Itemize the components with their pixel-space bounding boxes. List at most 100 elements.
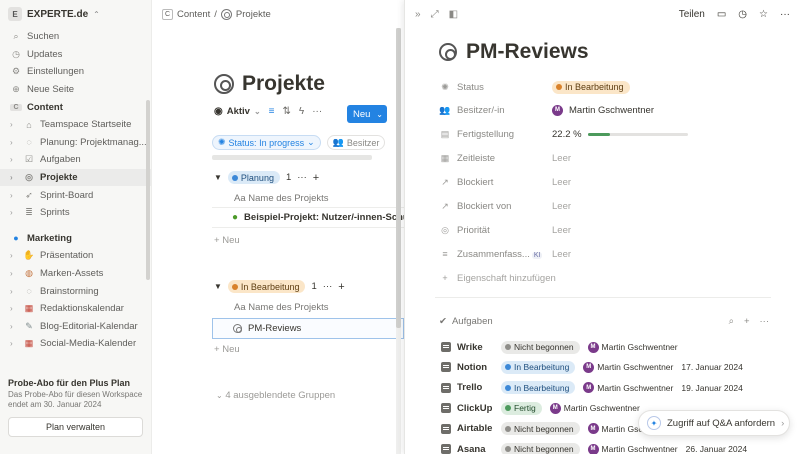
more-icon[interactable]: ··· [297,172,307,183]
more-icon[interactable]: ··· [323,281,333,292]
sidebar-section-marketing[interactable]: ● Marketing [0,230,151,248]
breadcrumb-current[interactable]: Projekte [236,9,271,20]
property-timeline[interactable]: ▦ Zeitleiste Leer [439,149,571,167]
search-icon[interactable]: ⌕ [729,316,734,327]
property-status[interactable]: ✺ Status In Bearbeitung [439,78,630,96]
collapse-triangle-icon[interactable]: ▼ [214,173,222,182]
property-priority[interactable]: ◎ Priorität Leer [439,221,571,239]
sidebar-section-label: Marketing [27,232,72,244]
avatar: M [583,382,595,394]
sidebar-section-content[interactable]: C Content [0,98,151,116]
property-summary[interactable]: ≡ Zusammenfass... KI Leer [439,245,571,263]
add-property-button[interactable]: + Eigenschaft hinzufügen [439,269,555,287]
target-icon[interactable] [439,43,457,61]
sidebar-item-social-media[interactable]: › ▦ Social-Media-Kalender [0,335,151,353]
plus-icon[interactable]: + [313,172,319,184]
sidebar-scrollbar[interactable] [146,100,150,280]
more-icon[interactable]: ··· [312,106,322,117]
plus-icon[interactable]: + [338,281,344,293]
plus-icon[interactable]: + [744,316,750,327]
horizontal-scrollbar[interactable] [212,155,372,160]
plus-icon: + [214,344,220,355]
task-row[interactable]: Notion In Bearbeitung M Martin Gschwentner 1… [441,358,743,376]
status-filter-chip[interactable]: ✺ Status: In progress ⌄ [212,135,321,150]
owner-filter-chip[interactable]: 👥 Besitzer [326,135,386,150]
add-row-button[interactable]: + Neu [214,344,240,355]
share-button[interactable]: Teilen [679,9,705,20]
column-header[interactable]: Aa Name des Projekts [234,302,329,313]
chevron-right-icon[interactable]: › [10,251,18,260]
new-button[interactable]: Neu ⌄ [347,105,387,123]
chevron-right-icon[interactable]: › [10,155,18,164]
status-dot [505,446,511,452]
chevron-right-icon[interactable]: › [10,191,18,200]
more-icon[interactable]: ··· [780,9,790,20]
manage-plan-button[interactable]: Plan verwalten [8,416,143,437]
status-dot [505,344,511,350]
sidebar-item-new-page[interactable]: ⊕ Neue Seite [0,81,151,99]
sidebar-item-marken-assets[interactable]: › ◍ Marken-Assets [0,265,151,283]
more-icon[interactable]: ··· [760,316,770,327]
view-selector[interactable]: ◉ Aktiv ⌄ [214,106,261,117]
chevron-right-icon[interactable]: › [10,173,18,182]
sidebar-item-brainstorming[interactable]: › ◌ Brainstorming [0,282,151,300]
table-row[interactable]: PM-Reviews [212,318,404,339]
star-icon[interactable]: ☆ [759,9,768,20]
property-blocked-by[interactable]: ↗ Blockiert von Leer [439,197,571,215]
table-row[interactable]: ● Beispiel-Projekt: Nutzer/-innen-Schul [212,207,404,228]
column-header[interactable]: Aa Name des Projekts [234,193,329,204]
group-header-planung[interactable]: ▼ Planung 1 ··· + [214,171,319,184]
status-tag[interactable]: In Bearbeitung [552,80,630,94]
sort-icon[interactable]: ⇅ [283,106,291,117]
qa-access-button[interactable]: ✦ Zugriff auf Q&A anfordern › [638,410,790,436]
task-row[interactable]: Trello In Bearbeitung M Martin Gschwentner 1… [441,379,743,397]
task-row[interactable]: Asana Nicht begonnen M Martin Gschwentner 26… [441,440,747,454]
automation-icon[interactable]: ϟ [299,106,304,117]
breadcrumb-root[interactable]: Content [177,9,210,20]
chevron-right-icon[interactable]: › [10,269,18,278]
scrollbar-thumb[interactable] [396,28,401,328]
property-blocked[interactable]: ↗ Blockiert Leer [439,173,571,191]
page-title-text[interactable]: Projekte [242,72,325,96]
chevron-right-icon[interactable]: › [10,120,18,129]
group-header-in-bearbeitung[interactable]: ▼ In Bearbeitung 1 ··· + [214,280,345,293]
main-scrollbar[interactable] [396,28,401,454]
tasks-label[interactable]: Aufgaben [452,316,493,327]
chevron-right-icon[interactable]: › [10,208,18,217]
close-panel-icon[interactable]: » [415,9,421,20]
expand-icon[interactable]: ⤢ [431,9,439,20]
breadcrumb: C Content / Projekte [152,0,404,28]
history-icon[interactable]: ◷ [738,9,747,20]
sidebar-item-sprint-board[interactable]: › ➶ Sprint-Board [0,186,151,204]
filter-icon[interactable]: ≡ [269,106,275,117]
chevron-down-icon[interactable]: ⌄ [376,110,383,119]
sidebar-item-planung[interactable]: › ◌ Planung: Projektmanag... [0,134,151,152]
comment-icon[interactable]: ▭ [717,9,726,20]
sidebar-item-sprints[interactable]: › ≣ Sprints [0,204,151,222]
sidebar-item-aufgaben[interactable]: › ☑ Aufgaben [0,151,151,169]
chevron-right-icon[interactable]: › [10,138,18,147]
sidebar-item-projekte[interactable]: › ◎ Projekte [0,168,151,187]
add-row-button[interactable]: + Neu [214,235,240,246]
workspace-switcher[interactable]: E EXPERTE.de ⌃ [0,0,151,28]
panel-title-text[interactable]: PM-Reviews [466,40,589,64]
chevron-right-icon[interactable]: › [10,339,18,348]
task-row[interactable]: ClickUp Fertig M Martin Gschwentner [441,399,648,417]
task-row[interactable]: Wrike Nicht begonnen M Martin Gschwentner [441,338,686,356]
property-owner[interactable]: 👥 Besitzer/-in M Martin Gschwentner [439,101,654,119]
property-progress[interactable]: ▤ Fertigstellung 22.2 % [439,125,688,143]
chevron-right-icon[interactable]: › [10,304,18,313]
target-icon[interactable] [214,74,234,94]
sidebar-item-updates[interactable]: ◷ Updates [0,46,151,64]
chevron-right-icon[interactable]: › [10,322,18,331]
sidebar-item-search[interactable]: ⌕ Suchen [0,28,151,46]
chevron-right-icon[interactable]: › [10,287,18,296]
sidebar-item-redaktionskalendar[interactable]: › ▦ Redaktionskalendar [0,300,151,318]
sidebar-item-praesentation[interactable]: › ✋ Präsentation [0,247,151,265]
side-peek-icon[interactable]: ◧ [449,9,458,20]
collapse-triangle-icon[interactable]: ▼ [214,282,222,291]
hidden-groups-toggle[interactable]: ⌄ 4 ausgeblendete Gruppen [216,390,335,401]
sidebar-item-blog-kalendar[interactable]: › ✎ Blog-Editorial-Kalendar [0,318,151,336]
sidebar-item-teamspace[interactable]: › ⌂ Teamspace Startseite [0,116,151,134]
sidebar-item-settings[interactable]: ⚙ Einstellungen [0,63,151,81]
